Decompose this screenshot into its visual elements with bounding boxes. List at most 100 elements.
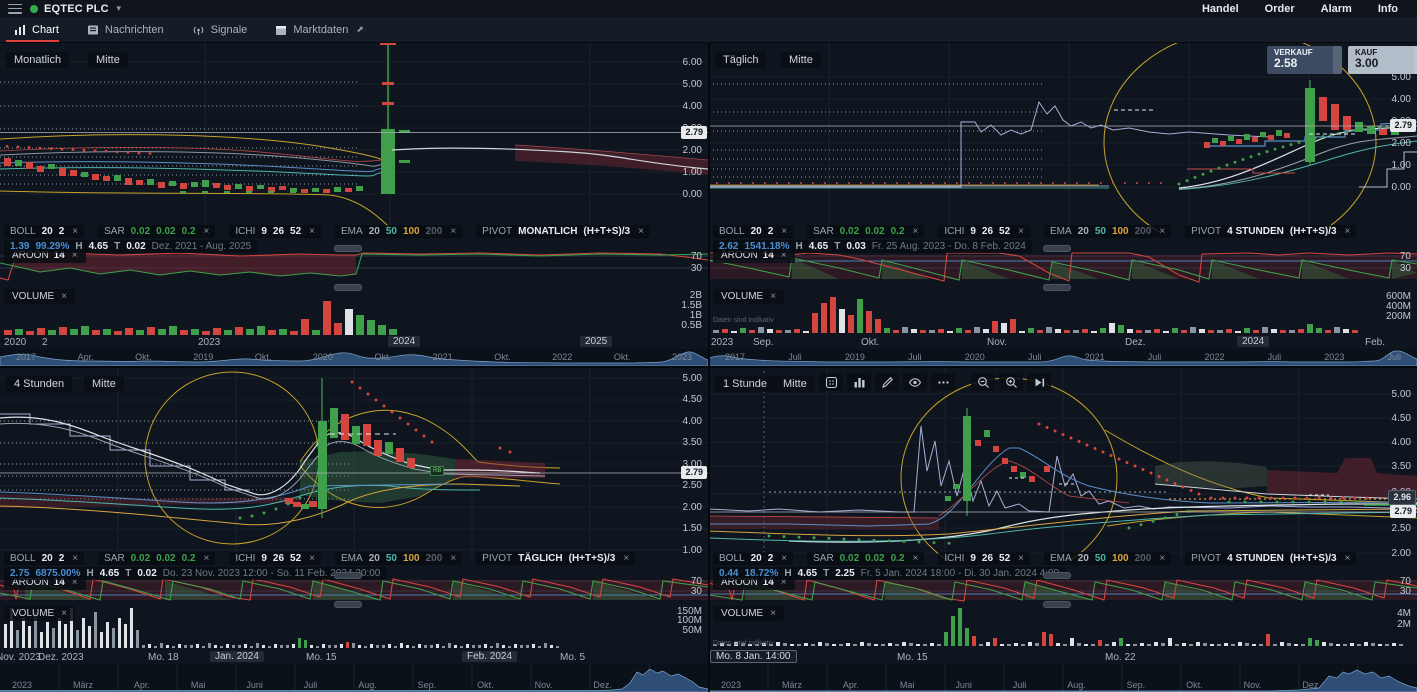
menu-item-order[interactable]: Order: [1252, 3, 1308, 15]
close-icon[interactable]: ×: [636, 226, 644, 237]
volume-canvas[interactable]: [709, 287, 1417, 337]
price-chart-canvas[interactable]: [709, 366, 1417, 561]
pane-divider-horizontal[interactable]: [0, 366, 1417, 368]
trade-buttons: VERKAUF 2.58 KAUF 3.00: [1267, 46, 1417, 74]
visibility-button[interactable]: [903, 373, 927, 391]
align-selector[interactable]: Mitte: [84, 376, 124, 392]
align-selector[interactable]: Mitte: [775, 376, 815, 392]
close-icon[interactable]: ×: [70, 226, 78, 237]
zoom-out-button[interactable]: [971, 373, 995, 391]
indicator-legend: BOLL 20 2 × SAR 0.02 0.02 0.2 × ICHI 9 26 52 × EMA 2…: [713, 552, 1357, 582]
price-tick: 4.50: [1391, 413, 1411, 424]
volume-canvas[interactable]: [0, 287, 708, 337]
menu-item-handel[interactable]: Handel: [1189, 3, 1252, 15]
volume-canvas[interactable]: [709, 604, 1417, 650]
price-tick: 4.50: [682, 394, 702, 405]
align-selector[interactable]: Mitte: [88, 52, 128, 68]
chart-navigator[interactable]: 2023 März Apr. Mai Juni Juli Aug. Sep. Okt. Nov. D…: [0, 664, 708, 692]
pane-resize-handle[interactable]: [1043, 601, 1071, 608]
time-tick: 2024: [388, 336, 421, 347]
close-icon[interactable]: ×: [448, 226, 456, 237]
volume-legend: VOLUME ×: [713, 606, 785, 621]
timeframe-selector[interactable]: 4 Stunden: [6, 376, 73, 392]
timeframe-selector[interactable]: Täglich: [715, 52, 767, 68]
crosshair-time-label: Mo. 8 Jan. 14:00: [710, 650, 797, 663]
close-icon[interactable]: ×: [779, 553, 787, 564]
time-tick: 2020: [4, 337, 27, 348]
tab-chart[interactable]: Chart: [0, 17, 73, 42]
last-price-badge: 2.79: [1390, 119, 1416, 132]
indicator-sar: SAR 0.02 0.02 0.2 ×: [807, 225, 925, 238]
close-icon[interactable]: ×: [779, 226, 787, 237]
menu-item-info[interactable]: Info: [1365, 3, 1411, 15]
indicator-ichi: ICHI 9 26 52 ×: [938, 225, 1031, 238]
chart-navigator[interactable]: 2017 Apr. Okt. 2019 Okt. 2020 Okt. 2021 Okt. 2022…: [0, 349, 708, 366]
close-icon[interactable]: ×: [202, 226, 210, 237]
tab-nachrichten[interactable]: Nachrichten: [73, 17, 178, 42]
pane-resize-handle[interactable]: [334, 284, 362, 291]
pane-resize-handle[interactable]: [1043, 572, 1071, 579]
draw-button[interactable]: [875, 373, 899, 391]
chart-marker[interactable]: RB: [430, 466, 445, 476]
close-icon[interactable]: ×: [621, 553, 629, 564]
pane-resize-handle[interactable]: [334, 245, 362, 252]
volume-tick: 2M: [1397, 619, 1411, 630]
menu-item-alarm[interactable]: Alarm: [1308, 3, 1365, 15]
volume-legend: VOLUME ×: [4, 289, 76, 304]
pane-resize-handle[interactable]: [334, 601, 362, 608]
zoom-in-button[interactable]: [999, 373, 1023, 391]
time-tick: Sep.: [753, 337, 774, 348]
close-icon[interactable]: ×: [1157, 226, 1165, 237]
close-icon[interactable]: ×: [307, 226, 315, 237]
timeframe-selector[interactable]: 1 Stunde: [715, 376, 776, 392]
indicator-pivot: PIVOT 4 STUNDEN (H+T+S)/3 ×: [1185, 552, 1357, 565]
price-tick: 4.00: [1391, 437, 1411, 448]
indicator-boll: BOLL 20 2 ×: [4, 225, 85, 238]
zoom-out-icon: [977, 376, 989, 388]
close-icon[interactable]: ×: [70, 553, 78, 564]
chart-toolbar: [819, 373, 1051, 391]
pivot-price-badge: 2.96: [1388, 490, 1416, 505]
price-tick: 2.50: [1391, 523, 1411, 534]
tab-marktdaten[interactable]: Marktdaten ⬈: [261, 17, 378, 42]
close-icon[interactable]: ×: [768, 608, 776, 619]
close-icon[interactable]: ×: [202, 553, 210, 564]
close-icon[interactable]: ×: [448, 553, 456, 564]
pane-resize-handle[interactable]: [334, 572, 362, 579]
close-icon[interactable]: ×: [59, 608, 67, 619]
price-tick: 5.00: [682, 373, 702, 384]
chart-navigator[interactable]: 2017 Juli 2019 Juli 2020 Juli 2021 Juli 2022 Juli…: [709, 349, 1417, 366]
chart-navigator[interactable]: 2023 März Apr. Mai Juni Juli Aug. Sep. Okt. Nov. D…: [709, 664, 1417, 692]
pane-resize-handle[interactable]: [1043, 284, 1071, 291]
close-icon[interactable]: ×: [768, 291, 776, 302]
close-icon[interactable]: ×: [1016, 553, 1024, 564]
align-selector[interactable]: Mitte: [781, 52, 821, 68]
price-chart-canvas[interactable]: [0, 42, 708, 232]
close-icon[interactable]: ×: [307, 553, 315, 564]
price-chart-canvas[interactable]: [0, 366, 708, 561]
indicators-button[interactable]: [847, 373, 871, 391]
close-icon[interactable]: ×: [59, 291, 67, 302]
sell-button[interactable]: VERKAUF 2.58: [1267, 46, 1342, 74]
chevron-down-icon[interactable]: ▼: [115, 4, 123, 13]
timeframe-selector[interactable]: Monatlich: [6, 52, 70, 68]
close-icon[interactable]: ×: [1157, 553, 1165, 564]
volume-canvas[interactable]: [0, 604, 708, 650]
price-tick: 0.00: [1391, 182, 1411, 193]
price-tick: 2.00: [682, 145, 702, 156]
chart-style-button[interactable]: [819, 373, 843, 391]
time-tick: Nov. 2023: [0, 652, 41, 663]
menu-icon[interactable]: [8, 3, 22, 14]
close-icon[interactable]: ×: [1016, 226, 1024, 237]
tab-signale[interactable]: Signale: [178, 17, 262, 42]
go-to-latest-button[interactable]: [1027, 373, 1051, 391]
buy-button[interactable]: KAUF 3.00: [1348, 46, 1417, 74]
close-icon[interactable]: ×: [1343, 226, 1351, 237]
indicator-sar: SAR 0.02 0.02 0.2 ×: [98, 552, 216, 565]
aroon-tick: 70: [690, 251, 702, 262]
close-icon[interactable]: ×: [1343, 553, 1351, 564]
more-options-button[interactable]: [931, 373, 955, 391]
pane-resize-handle[interactable]: [1043, 245, 1071, 252]
close-icon[interactable]: ×: [911, 553, 919, 564]
close-icon[interactable]: ×: [911, 226, 919, 237]
